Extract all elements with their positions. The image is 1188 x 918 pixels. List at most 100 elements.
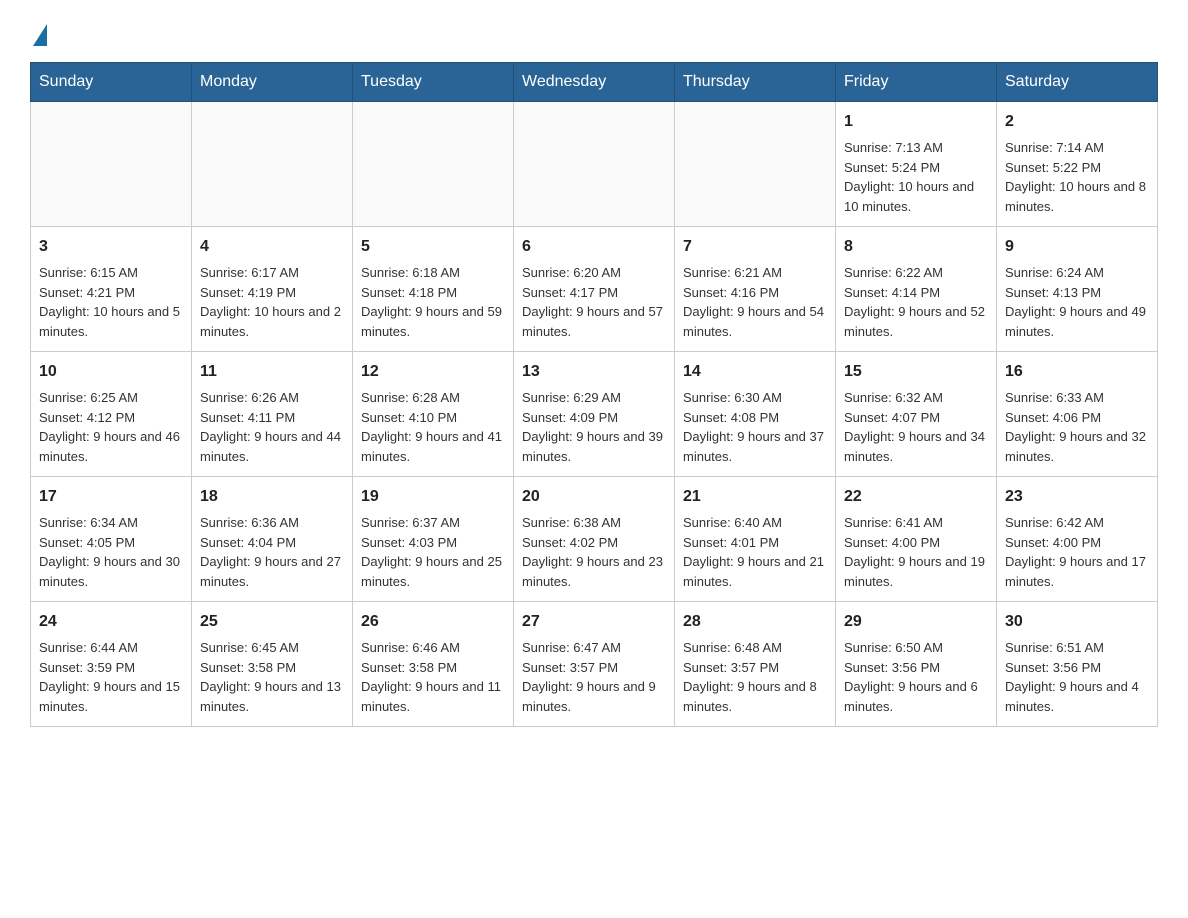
daylight-text: Daylight: 9 hours and 41 minutes. bbox=[361, 429, 502, 464]
day-number: 9 bbox=[1005, 235, 1149, 259]
sunrise-text: Sunrise: 6:51 AM bbox=[1005, 640, 1104, 655]
sunset-text: Sunset: 4:10 PM bbox=[361, 410, 457, 425]
sunset-text: Sunset: 4:00 PM bbox=[1005, 535, 1101, 550]
calendar-cell: 11Sunrise: 6:26 AMSunset: 4:11 PMDayligh… bbox=[192, 352, 353, 477]
sunset-text: Sunset: 3:56 PM bbox=[1005, 660, 1101, 675]
calendar-cell: 23Sunrise: 6:42 AMSunset: 4:00 PMDayligh… bbox=[997, 477, 1158, 602]
week-row-3: 10Sunrise: 6:25 AMSunset: 4:12 PMDayligh… bbox=[31, 352, 1158, 477]
calendar-cell bbox=[192, 102, 353, 227]
sunset-text: Sunset: 4:13 PM bbox=[1005, 285, 1101, 300]
day-number: 20 bbox=[522, 485, 666, 509]
sunrise-text: Sunrise: 6:32 AM bbox=[844, 390, 943, 405]
daylight-text: Daylight: 9 hours and 13 minutes. bbox=[200, 679, 341, 714]
calendar-cell: 28 Sunrise: 6:48 AM Sunset: 3:57 PM Dayligh… bbox=[675, 602, 836, 727]
calendar-cell: 22Sunrise: 6:41 AMSunset: 4:00 PMDayligh… bbox=[836, 477, 997, 602]
sunset-text: Sunset: 4:04 PM bbox=[200, 535, 296, 550]
daylight-text: Daylight: 9 hours and 46 minutes. bbox=[39, 429, 180, 464]
sunrise-text: Sunrise: 6:34 AM bbox=[39, 515, 138, 530]
day-number: 25 bbox=[200, 610, 344, 634]
week-row-1: 1Sunrise: 7:13 AMSunset: 5:24 PMDaylight… bbox=[31, 102, 1158, 227]
daylight-text: Daylight: 9 hours and 54 minutes. bbox=[683, 304, 824, 339]
calendar-cell: 9 Sunrise: 6:24 AM Sunset: 4:13 PM Daylight… bbox=[997, 227, 1158, 352]
daylight-text: Daylight: 9 hours and 44 minutes. bbox=[200, 429, 341, 464]
sunrise-text: Sunrise: 6:18 AM bbox=[361, 265, 460, 280]
calendar-cell: 20Sunrise: 6:38 AMSunset: 4:02 PMDayligh… bbox=[514, 477, 675, 602]
sunrise-text: Sunrise: 6:24 AM bbox=[1005, 265, 1104, 280]
sunset-text: Sunset: 4:02 PM bbox=[522, 535, 618, 550]
day-number: 8 bbox=[844, 235, 988, 259]
calendar-cell bbox=[353, 102, 514, 227]
sunset-text: Sunset: 4:08 PM bbox=[683, 410, 779, 425]
calendar-cell: 19Sunrise: 6:37 AMSunset: 4:03 PMDayligh… bbox=[353, 477, 514, 602]
calendar-cell bbox=[514, 102, 675, 227]
daylight-text: Daylight: 9 hours and 49 minutes. bbox=[1005, 304, 1146, 339]
day-number: 17 bbox=[39, 485, 183, 509]
page-header bbox=[30, 20, 1158, 42]
sunset-text: Sunset: 4:09 PM bbox=[522, 410, 618, 425]
daylight-text: Daylight: 9 hours and 4 minutes. bbox=[1005, 679, 1139, 714]
weekday-header-saturday: Saturday bbox=[997, 63, 1158, 102]
sunset-text: Sunset: 3:56 PM bbox=[844, 660, 940, 675]
calendar-cell: 2Sunrise: 7:14 AMSunset: 5:22 PMDaylight… bbox=[997, 102, 1158, 227]
sunrise-text: Sunrise: 7:14 AM bbox=[1005, 140, 1104, 155]
sunset-text: Sunset: 4:03 PM bbox=[361, 535, 457, 550]
calendar-cell: 4Sunrise: 6:17 AMSunset: 4:19 PMDaylight… bbox=[192, 227, 353, 352]
sunset-text: Sunset: 4:17 PM bbox=[522, 285, 618, 300]
sunset-text: Sunset: 3:57 PM bbox=[522, 660, 618, 675]
daylight-text: Daylight: 9 hours and 6 minutes. bbox=[844, 679, 978, 714]
weekday-header-friday: Friday bbox=[836, 63, 997, 102]
day-number: 27 bbox=[522, 610, 666, 634]
sunrise-text: Sunrise: 6:46 AM bbox=[361, 640, 460, 655]
daylight-text: Daylight: 9 hours and 57 minutes. bbox=[522, 304, 663, 339]
sunset-text: Sunset: 4:14 PM bbox=[844, 285, 940, 300]
daylight-text: Daylight: 9 hours and 32 minutes. bbox=[1005, 429, 1146, 464]
day-number: 28 bbox=[683, 610, 827, 634]
sunrise-text: Sunrise: 6:30 AM bbox=[683, 390, 782, 405]
daylight-text: Daylight: 10 hours and 2 minutes. bbox=[200, 304, 341, 339]
sunrise-text: Sunrise: 6:21 AM bbox=[683, 265, 782, 280]
weekday-header-thursday: Thursday bbox=[675, 63, 836, 102]
daylight-text: Daylight: 9 hours and 34 minutes. bbox=[844, 429, 985, 464]
sunrise-text: Sunrise: 6:28 AM bbox=[361, 390, 460, 405]
calendar-cell: 21Sunrise: 6:40 AMSunset: 4:01 PMDayligh… bbox=[675, 477, 836, 602]
sunset-text: Sunset: 4:11 PM bbox=[200, 410, 295, 425]
weekday-header-tuesday: Tuesday bbox=[353, 63, 514, 102]
calendar-cell: 27Sunrise: 6:47 AMSunset: 3:57 PMDayligh… bbox=[514, 602, 675, 727]
daylight-text: Daylight: 9 hours and 17 minutes. bbox=[1005, 554, 1146, 589]
sunrise-text: Sunrise: 6:48 AM bbox=[683, 640, 782, 655]
daylight-text: Daylight: 9 hours and 27 minutes. bbox=[200, 554, 341, 589]
calendar-cell: 14Sunrise: 6:30 AMSunset: 4:08 PMDayligh… bbox=[675, 352, 836, 477]
daylight-text: Daylight: 9 hours and 59 minutes. bbox=[361, 304, 502, 339]
daylight-text: Daylight: 9 hours and 23 minutes. bbox=[522, 554, 663, 589]
sunset-text: Sunset: 4:21 PM bbox=[39, 285, 135, 300]
day-number: 1 bbox=[844, 110, 988, 134]
sunset-text: Sunset: 3:58 PM bbox=[200, 660, 296, 675]
sunset-text: Sunset: 4:05 PM bbox=[39, 535, 135, 550]
day-number: 3 bbox=[39, 235, 183, 259]
daylight-text: Daylight: 10 hours and 8 minutes. bbox=[1005, 179, 1146, 214]
day-number: 10 bbox=[39, 360, 183, 384]
sunrise-text: Sunrise: 6:50 AM bbox=[844, 640, 943, 655]
calendar-cell: 6Sunrise: 6:20 AMSunset: 4:17 PMDaylight… bbox=[514, 227, 675, 352]
sunrise-text: Sunrise: 6:26 AM bbox=[200, 390, 299, 405]
daylight-text: Daylight: 9 hours and 9 minutes. bbox=[522, 679, 656, 714]
day-number: 19 bbox=[361, 485, 505, 509]
calendar-cell: 12Sunrise: 6:28 AMSunset: 4:10 PMDayligh… bbox=[353, 352, 514, 477]
daylight-text: Daylight: 9 hours and 30 minutes. bbox=[39, 554, 180, 589]
daylight-text: Daylight: 9 hours and 8 minutes. bbox=[683, 679, 817, 714]
daylight-text: Daylight: 9 hours and 15 minutes. bbox=[39, 679, 180, 714]
sunset-text: Sunset: 5:22 PM bbox=[1005, 160, 1101, 175]
sunrise-text: Sunrise: 7:13 AM bbox=[844, 140, 943, 155]
calendar-cell: 18Sunrise: 6:36 AMSunset: 4:04 PMDayligh… bbox=[192, 477, 353, 602]
weekday-header-row: SundayMondayTuesdayWednesdayThursdayFrid… bbox=[31, 63, 1158, 102]
sunset-text: Sunset: 4:01 PM bbox=[683, 535, 779, 550]
sunrise-text: Sunrise: 6:40 AM bbox=[683, 515, 782, 530]
sunrise-text: Sunrise: 6:45 AM bbox=[200, 640, 299, 655]
calendar-cell: 10Sunrise: 6:25 AMSunset: 4:12 PMDayligh… bbox=[31, 352, 192, 477]
daylight-text: Daylight: 9 hours and 19 minutes. bbox=[844, 554, 985, 589]
sunset-text: Sunset: 3:57 PM bbox=[683, 660, 779, 675]
sunset-text: Sunset: 4:16 PM bbox=[683, 285, 779, 300]
sunrise-text: Sunrise: 6:44 AM bbox=[39, 640, 138, 655]
day-number: 30 bbox=[1005, 610, 1149, 634]
day-number: 21 bbox=[683, 485, 827, 509]
